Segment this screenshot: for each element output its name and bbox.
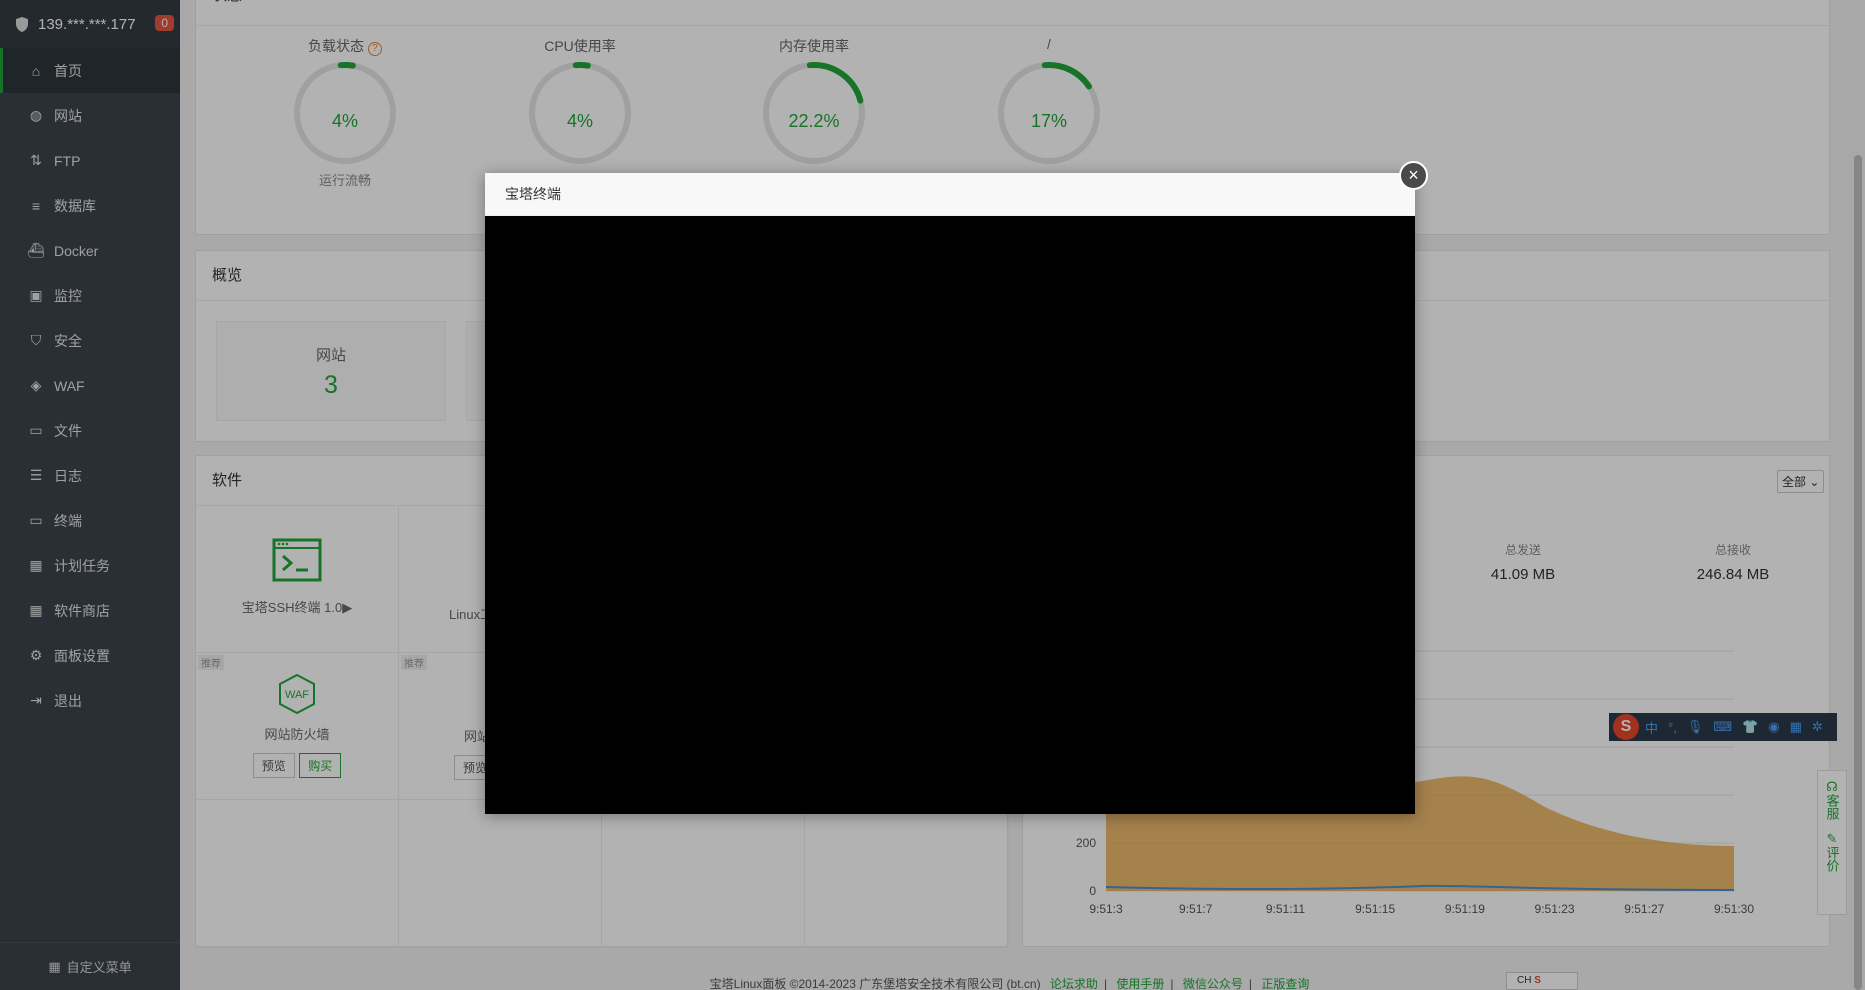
terminal-dialog: 宝塔终端 bbox=[485, 173, 1415, 814]
terminal-screen[interactable] bbox=[485, 216, 1415, 814]
dialog-title: 宝塔终端 bbox=[485, 173, 1415, 216]
dialog-close-button[interactable]: × bbox=[1399, 161, 1428, 190]
